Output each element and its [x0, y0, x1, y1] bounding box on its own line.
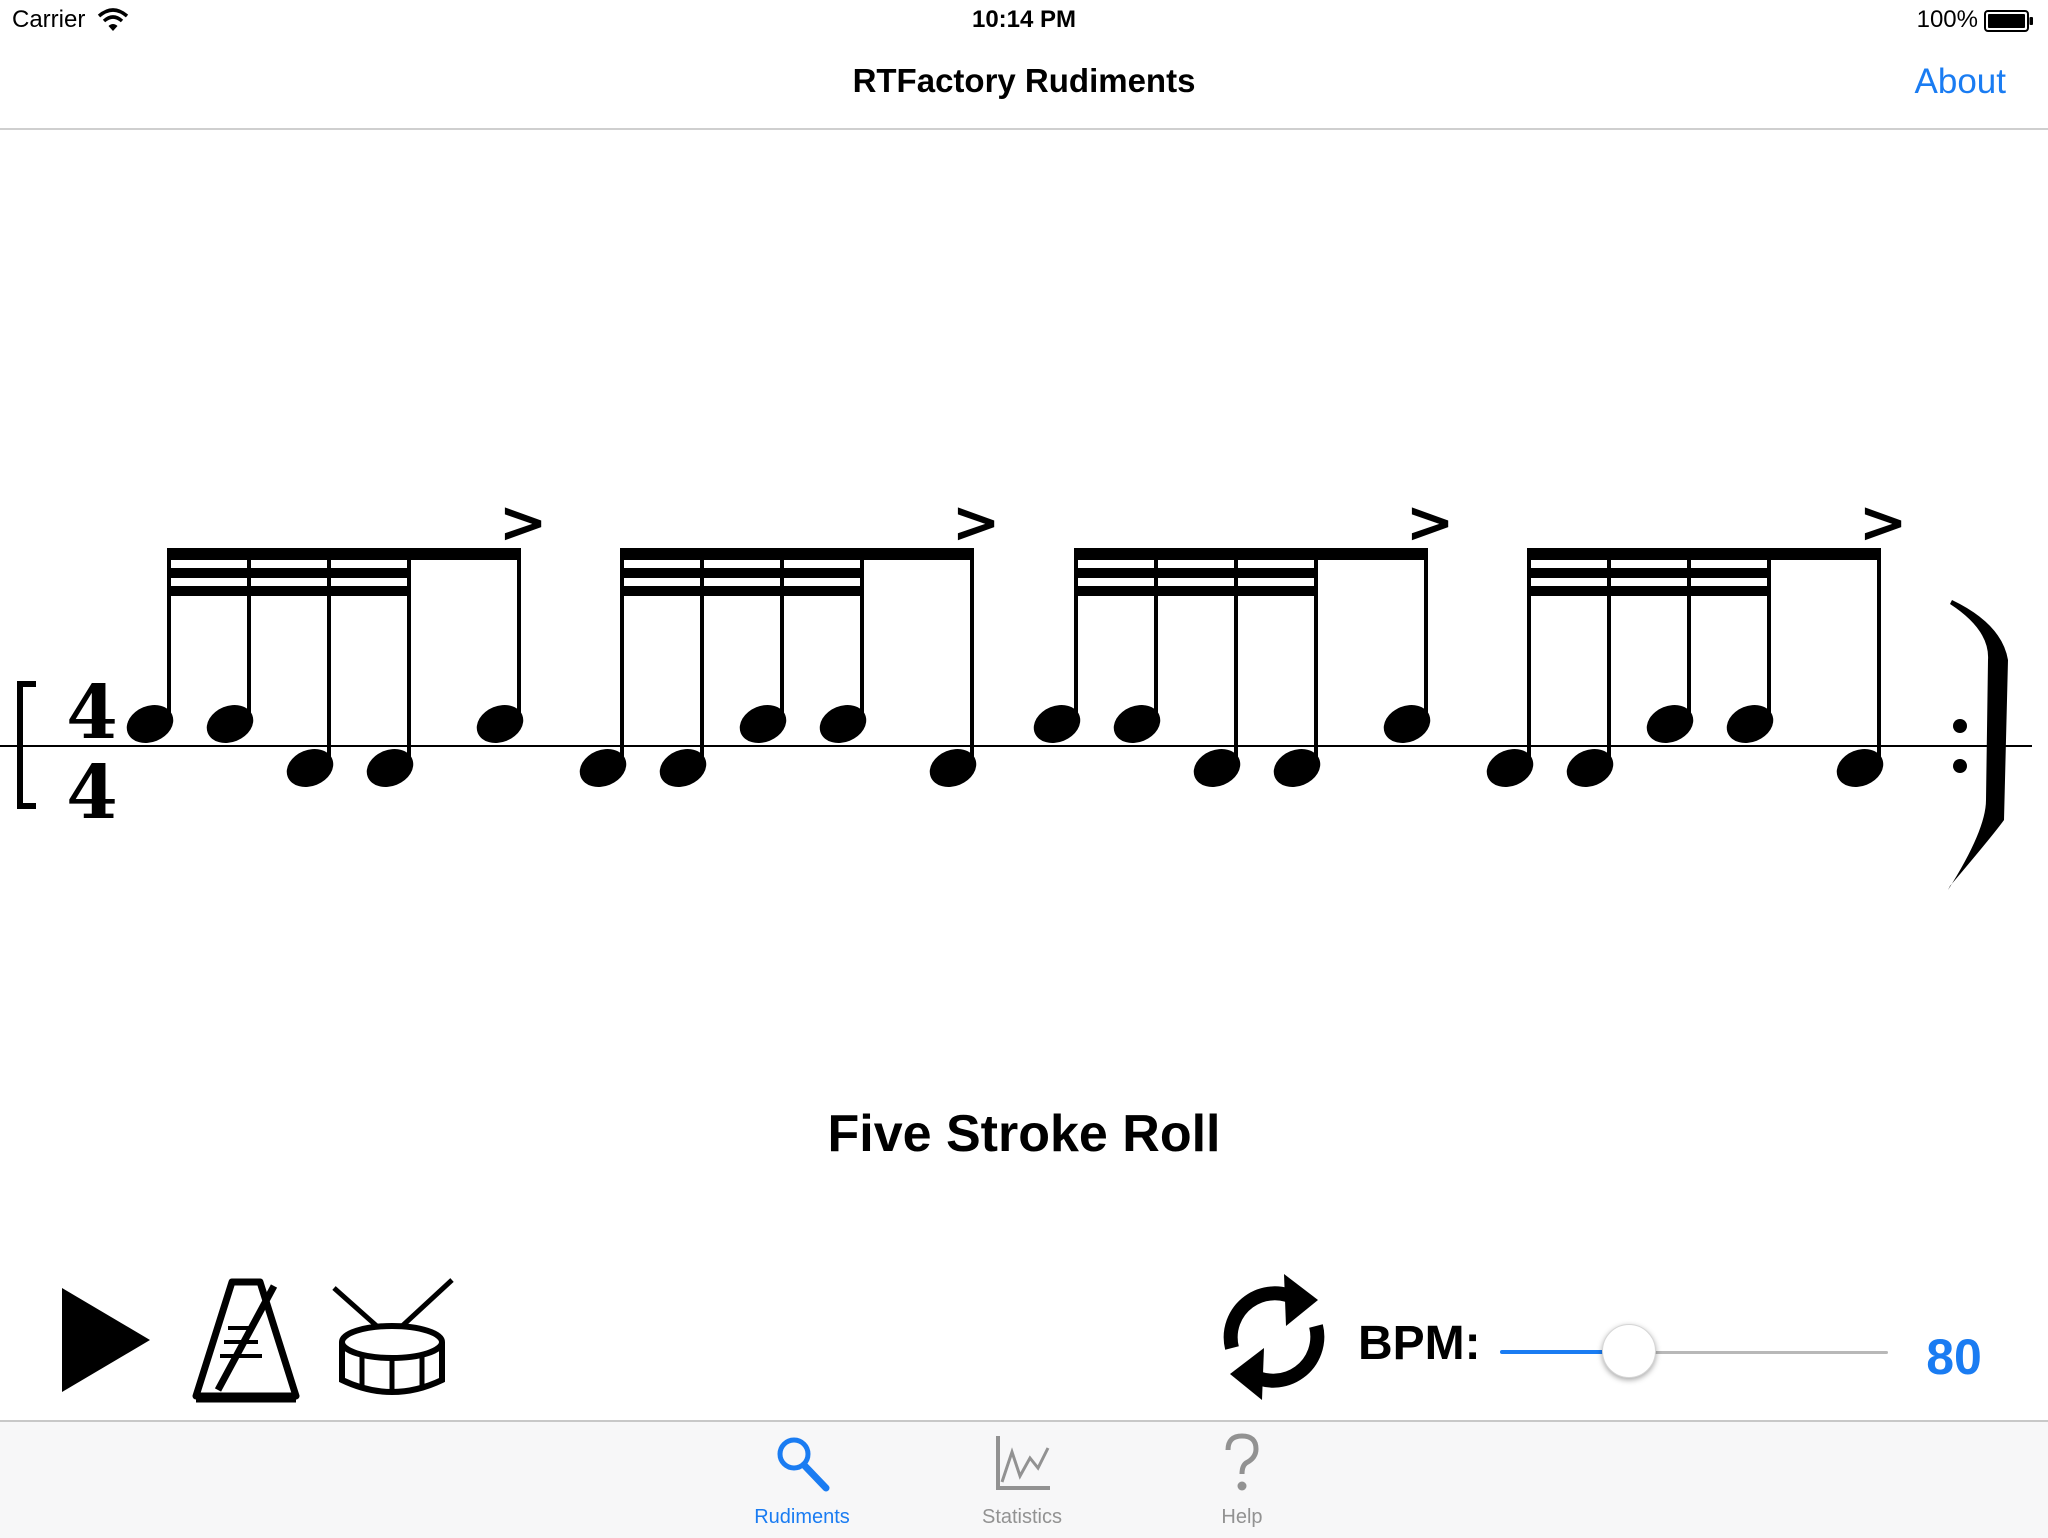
tab-help[interactable]: Help [1162, 1422, 1322, 1538]
rudiment-notation: 4 4 > > > > [0, 500, 2032, 890]
beam-secondary [1074, 586, 1318, 596]
battery-percent: 100% [1916, 6, 1978, 33]
accent-mark: > [1859, 500, 1908, 556]
about-button[interactable]: About [1915, 62, 2006, 102]
page-title: RTFactory Rudiments [852, 62, 1196, 99]
measure: > [126, 500, 548, 787]
beam-primary [620, 548, 974, 560]
repeat-icon[interactable] [1206, 1270, 1342, 1404]
tab-statistics[interactable]: Statistics [942, 1422, 1102, 1538]
beam-secondary [167, 586, 411, 596]
measure: > [1486, 500, 1908, 787]
slider-track-max [1629, 1351, 1888, 1354]
line-chart-icon [996, 1436, 1050, 1490]
beam-secondary [1074, 568, 1318, 578]
accent-mark: > [1406, 500, 1455, 556]
time-signature-top: 4 [66, 670, 118, 756]
bpm-value: 80 [1926, 1329, 1982, 1385]
tab-label: Rudiments [754, 1506, 850, 1528]
accent-mark: > [952, 500, 1001, 556]
tab-label: Statistics [981, 1506, 1063, 1528]
repeat-dot-upper [1953, 719, 1967, 733]
bpm-label: BPM: [1358, 1317, 1481, 1370]
accent-mark: > [499, 500, 548, 556]
magnifier-icon [777, 1437, 830, 1492]
battery-icon [1984, 10, 2033, 32]
measure: > [579, 500, 1001, 787]
beam-primary [167, 548, 521, 560]
play-icon[interactable] [56, 1280, 156, 1400]
beam-secondary [620, 586, 864, 596]
beam-secondary [1527, 586, 1771, 596]
beam-secondary [1527, 568, 1771, 578]
tab-label: Help [1221, 1506, 1263, 1528]
metronome-icon[interactable] [188, 1278, 304, 1404]
clock: 10:14 PM [971, 6, 1077, 33]
beam-primary [1527, 548, 1881, 560]
beam-primary [1074, 548, 1428, 560]
tab-bar: Rudiments Statistics Help [0, 1420, 2048, 1538]
measures: > > > > [126, 500, 1908, 787]
slider-thumb[interactable] [1602, 1324, 1656, 1378]
rudiment-name: Five Stroke Roll [827, 1105, 1221, 1163]
tab-rudiments[interactable]: Rudiments [722, 1422, 882, 1538]
beam-secondary [620, 568, 864, 578]
navigation-bar: RTFactory Rudiments About [0, 40, 2048, 130]
drum-icon[interactable] [328, 1276, 456, 1402]
status-bar: Carrier 10:14 PM 100% [0, 0, 2048, 40]
beam-secondary [167, 568, 411, 578]
time-signature-bottom: 4 [66, 750, 118, 836]
question-icon [1225, 1433, 1259, 1491]
repeat-dot-lower [1953, 759, 1967, 773]
measure: > [1033, 500, 1455, 787]
bpm-slider[interactable] [1500, 1316, 1888, 1388]
